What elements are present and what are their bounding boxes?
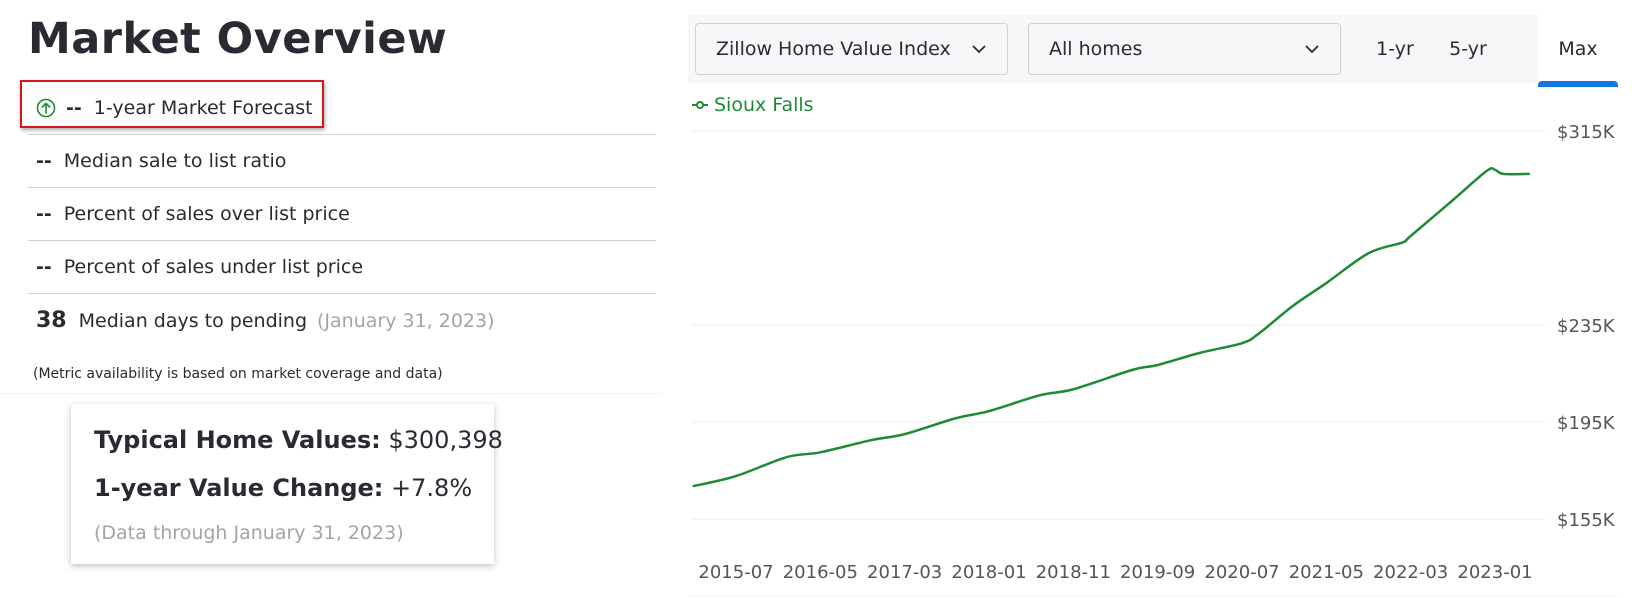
y-tick-label: $315K bbox=[1557, 122, 1616, 143]
x-tick-label: 2017-03 bbox=[867, 562, 942, 583]
x-tick-label: 2015-07 bbox=[698, 562, 773, 583]
x-tick-label: 2022-03 bbox=[1373, 562, 1448, 583]
x-tick-label: 2021-05 bbox=[1289, 562, 1364, 583]
x-tick-label: 2020-07 bbox=[1204, 562, 1279, 583]
x-tick-label: 2023-01 bbox=[1457, 562, 1532, 583]
home-value-chart: $315K $235K $195K $155K 2015-07 2016-05 2017-… bbox=[688, 122, 1617, 597]
x-tick-label: 2018-01 bbox=[951, 562, 1026, 583]
x-tick-label: 2019-09 bbox=[1120, 562, 1195, 583]
y-tick-label: $235K bbox=[1557, 316, 1616, 337]
x-tick-label: 2016-05 bbox=[783, 562, 858, 583]
y-tick-label: $155K bbox=[1557, 510, 1616, 531]
series-line-sioux-falls bbox=[692, 167, 1530, 488]
y-tick-label: $195K bbox=[1557, 413, 1616, 434]
x-tick-label: 2018-11 bbox=[1036, 562, 1111, 583]
